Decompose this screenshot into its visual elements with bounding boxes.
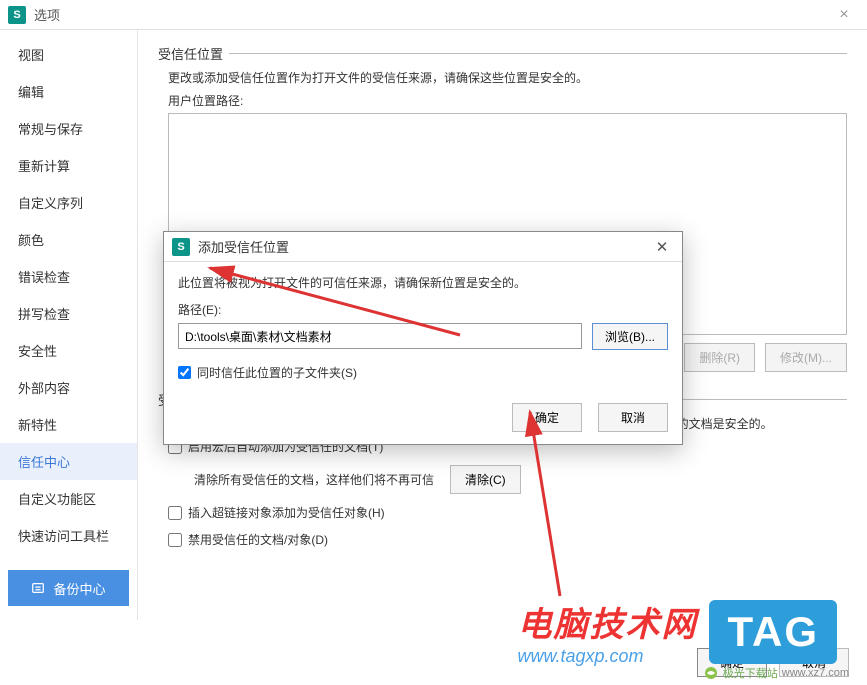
app-icon: S — [172, 238, 190, 256]
sidebar-item-6[interactable]: 错误检查 — [0, 258, 137, 295]
watermark-site: 极光下载站 www.xz7.com — [703, 665, 849, 681]
trusted-desc: 更改或添加受信任位置作为打开文件的受信任来源，请确保这些位置是安全的。 — [168, 69, 847, 86]
sidebar: 视图编辑常规与保存重新计算自定义序列颜色错误检查拼写检查安全性外部内容新特性信任… — [0, 30, 138, 620]
chk-hyperlink-box[interactable] — [168, 506, 182, 520]
browse-button[interactable]: 浏览(B)... — [592, 323, 668, 350]
sidebar-item-5[interactable]: 颜色 — [0, 221, 137, 258]
backup-icon — [31, 581, 45, 595]
watermark: 电脑技术网 www.tagxp.com TAG — [517, 597, 837, 667]
backup-center-button[interactable]: 备份中心 — [8, 570, 129, 606]
chk-subfolders-label: 同时信任此位置的子文件夹(S) — [197, 364, 357, 381]
watermark-title: 电脑技术网 — [517, 597, 697, 646]
clear-button[interactable]: 清除(C) — [450, 465, 521, 494]
modal-close-icon[interactable]: ✕ — [650, 238, 674, 256]
user-path-label: 用户位置路径: — [168, 92, 847, 109]
chk-subfolders-box[interactable] — [178, 366, 191, 379]
modal-ok-button[interactable]: 确定 — [512, 403, 582, 432]
sidebar-item-9[interactable]: 外部内容 — [0, 369, 137, 406]
chk-hyperlink[interactable]: 插入超链接对象添加为受信任对象(H) — [168, 504, 847, 521]
sidebar-item-3[interactable]: 重新计算 — [0, 147, 137, 184]
sidebar-item-11[interactable]: 信任中心 — [0, 443, 137, 480]
clear-text: 清除所有受信任的文档，这样他们将不再可信 — [194, 471, 434, 488]
sidebar-item-1[interactable]: 编辑 — [0, 73, 137, 110]
chk-disable-box[interactable] — [168, 533, 182, 547]
sidebar-item-13[interactable]: 快速访问工具栏 — [0, 517, 137, 554]
sidebar-item-4[interactable]: 自定义序列 — [0, 184, 137, 221]
chk-disable-label: 禁用受信任的文档/对象(D) — [188, 531, 328, 548]
modal-title: 添加受信任位置 — [198, 237, 650, 256]
sidebar-item-0[interactable]: 视图 — [0, 36, 137, 73]
sidebar-item-10[interactable]: 新特性 — [0, 406, 137, 443]
watermark-tag: TAG — [709, 600, 837, 664]
sidebar-item-8[interactable]: 安全性 — [0, 332, 137, 369]
watermark-url: www.tagxp.com — [517, 646, 697, 667]
trusted-locations-title: 受信任位置 — [158, 44, 229, 63]
delete-button[interactable]: 删除(R) — [684, 343, 755, 372]
sidebar-item-12[interactable]: 自定义功能区 — [0, 480, 137, 517]
modal-desc: 此位置将被视为打开文件的可信任来源，请确保新位置是安全的。 — [178, 274, 668, 291]
close-icon[interactable]: × — [829, 0, 859, 30]
sidebar-item-7[interactable]: 拼写检查 — [0, 295, 137, 332]
chk-disable[interactable]: 禁用受信任的文档/对象(D) — [168, 531, 847, 548]
modal-cancel-button[interactable]: 取消 — [598, 403, 668, 432]
site-logo-icon — [703, 665, 719, 681]
window-titlebar: S 选项 × — [0, 0, 867, 30]
backup-label: 备份中心 — [53, 579, 105, 598]
path-input[interactable] — [178, 323, 582, 349]
sidebar-item-2[interactable]: 常规与保存 — [0, 110, 137, 147]
add-trusted-location-dialog: S 添加受信任位置 ✕ 此位置将被视为打开文件的可信任来源，请确保新位置是安全的… — [163, 231, 683, 445]
window-title: 选项 — [34, 5, 829, 24]
divider — [229, 53, 847, 54]
chk-subfolders[interactable]: 同时信任此位置的子文件夹(S) — [178, 364, 668, 381]
chk-hyperlink-label: 插入超链接对象添加为受信任对象(H) — [188, 504, 385, 521]
modify-button[interactable]: 修改(M)... — [765, 343, 847, 372]
app-icon: S — [8, 6, 26, 24]
path-field-label: 路径(E): — [178, 301, 668, 318]
